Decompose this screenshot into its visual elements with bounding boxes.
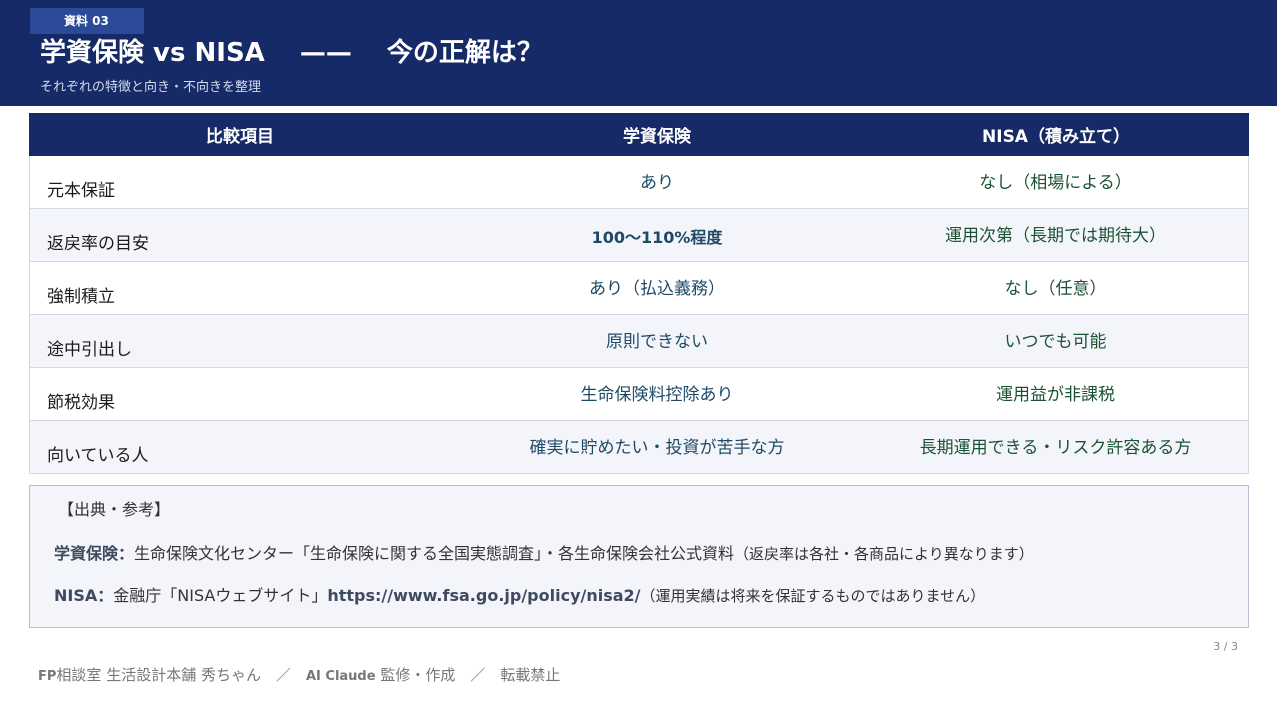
- page-subtitle: それぞれの特徴と向き・不向きを整理: [40, 80, 262, 95]
- footer-separator: ／: [260, 666, 306, 684]
- nisa-cell: なし（任意）: [1004, 279, 1107, 299]
- nisa-cell: 運用次第（長期では期待大）: [945, 226, 1166, 246]
- source-note: （運用実績は将来を保証するものではありません）: [640, 587, 986, 605]
- nisa-cell: 長期運用できる・リスク許容ある方: [919, 438, 1192, 458]
- footer-separator: ／: [455, 666, 501, 684]
- row-label: 返戻率の目安: [47, 234, 149, 254]
- row-label: 強制積立: [47, 287, 115, 307]
- source-url-link[interactable]: https://www.fsa.go.jp/policy/nisa2/: [327, 586, 640, 605]
- row-label: 元本保証: [47, 181, 115, 201]
- table-row: 途中引出し 原則できない いつでも可能: [29, 315, 1249, 368]
- sources-box: 【出典・参考】 学資保険：生命保険文化センター「生命保険に関する全国実態調査」・…: [29, 485, 1249, 628]
- column-header-item: 比較項目: [206, 127, 274, 147]
- footer-office: 相談室 生活設計本舗 秀ちゃん: [56, 666, 261, 684]
- table-header-row: 比較項目 学資保険 NISA（積み立て）: [29, 113, 1249, 156]
- column-header-gakushi: 学資保険: [623, 127, 691, 147]
- sources-title: 【出典・参考】: [58, 500, 171, 519]
- footer-credits: FP相談室 生活設計本舗 秀ちゃん ／ AI Claude 監修・作成 ／ 転載…: [38, 664, 560, 685]
- footer-notice: 転載禁止: [500, 666, 561, 684]
- row-label: 向いている人: [47, 446, 149, 466]
- row-label: 途中引出し: [47, 340, 132, 360]
- page-title: 学資保険 vs NISA —— 今の正解は？: [40, 38, 543, 68]
- gakushi-cell: 原則できない: [606, 332, 708, 352]
- column-header-nisa: NISA（積み立て）: [982, 127, 1130, 147]
- gakushi-cell: 100〜110%程度: [591, 228, 723, 247]
- table-row: 強制積立 あり（払込義務） なし（任意）: [29, 262, 1249, 315]
- source-text: 生命保険文化センター「生命保険に関する全国実態調査」・各生命保険会社公式資料: [134, 544, 735, 563]
- source-text: 金融庁「NISAウェブサイト」: [113, 586, 328, 605]
- gakushi-cell: 確実に貯めたい・投資が苦手な方: [529, 438, 785, 458]
- footer-office-prefix: FP: [38, 669, 57, 684]
- table-row: 元本保証 あり なし（相場による）: [29, 156, 1249, 209]
- source-label: NISA：: [54, 586, 114, 605]
- page-number: 3 / 3: [1213, 640, 1238, 653]
- footer-ai-prefix: AI Claude: [305, 669, 376, 684]
- row-label: 節税効果: [47, 393, 115, 413]
- gakushi-cell: あり（払込義務）: [589, 279, 725, 299]
- table-row: 返戻率の目安 100〜110%程度 運用次第（長期では期待大）: [29, 209, 1249, 262]
- table-row: 節税効果 生命保険料控除あり 運用益が非課税: [29, 368, 1249, 421]
- source-note: （返戻率は各社・各商品により異なります）: [734, 545, 1034, 563]
- nisa-cell: 運用益が非課税: [996, 385, 1115, 405]
- gakushi-cell: 生命保険料控除あり: [580, 385, 734, 405]
- comparison-table: 比較項目 学資保険 NISA（積み立て） 元本保証 あり なし（相場による） 返…: [29, 113, 1249, 474]
- document-badge: 資料 03: [30, 8, 144, 34]
- nisa-cell: いつでも可能: [1004, 332, 1107, 352]
- nisa-cell: なし（相場による）: [979, 173, 1132, 193]
- table-row: 向いている人 確実に貯めたい・投資が苦手な方 長期運用できる・リスク許容ある方: [29, 421, 1249, 474]
- header-band: 資料 03 学資保険 vs NISA —— 今の正解は？ それぞれの特徴と向き・…: [0, 0, 1277, 106]
- source-line-gakushi: 学資保険：生命保険文化センター「生命保険に関する全国実態調査」・各生命保険会社公…: [54, 540, 1034, 564]
- source-label: 学資保険：: [54, 544, 135, 563]
- source-line-nisa: NISA：金融庁「NISAウェブサイト」https://www.fsa.go.j…: [54, 582, 985, 606]
- footer-ai: 監修・作成: [375, 666, 456, 684]
- gakushi-cell: あり: [640, 173, 674, 193]
